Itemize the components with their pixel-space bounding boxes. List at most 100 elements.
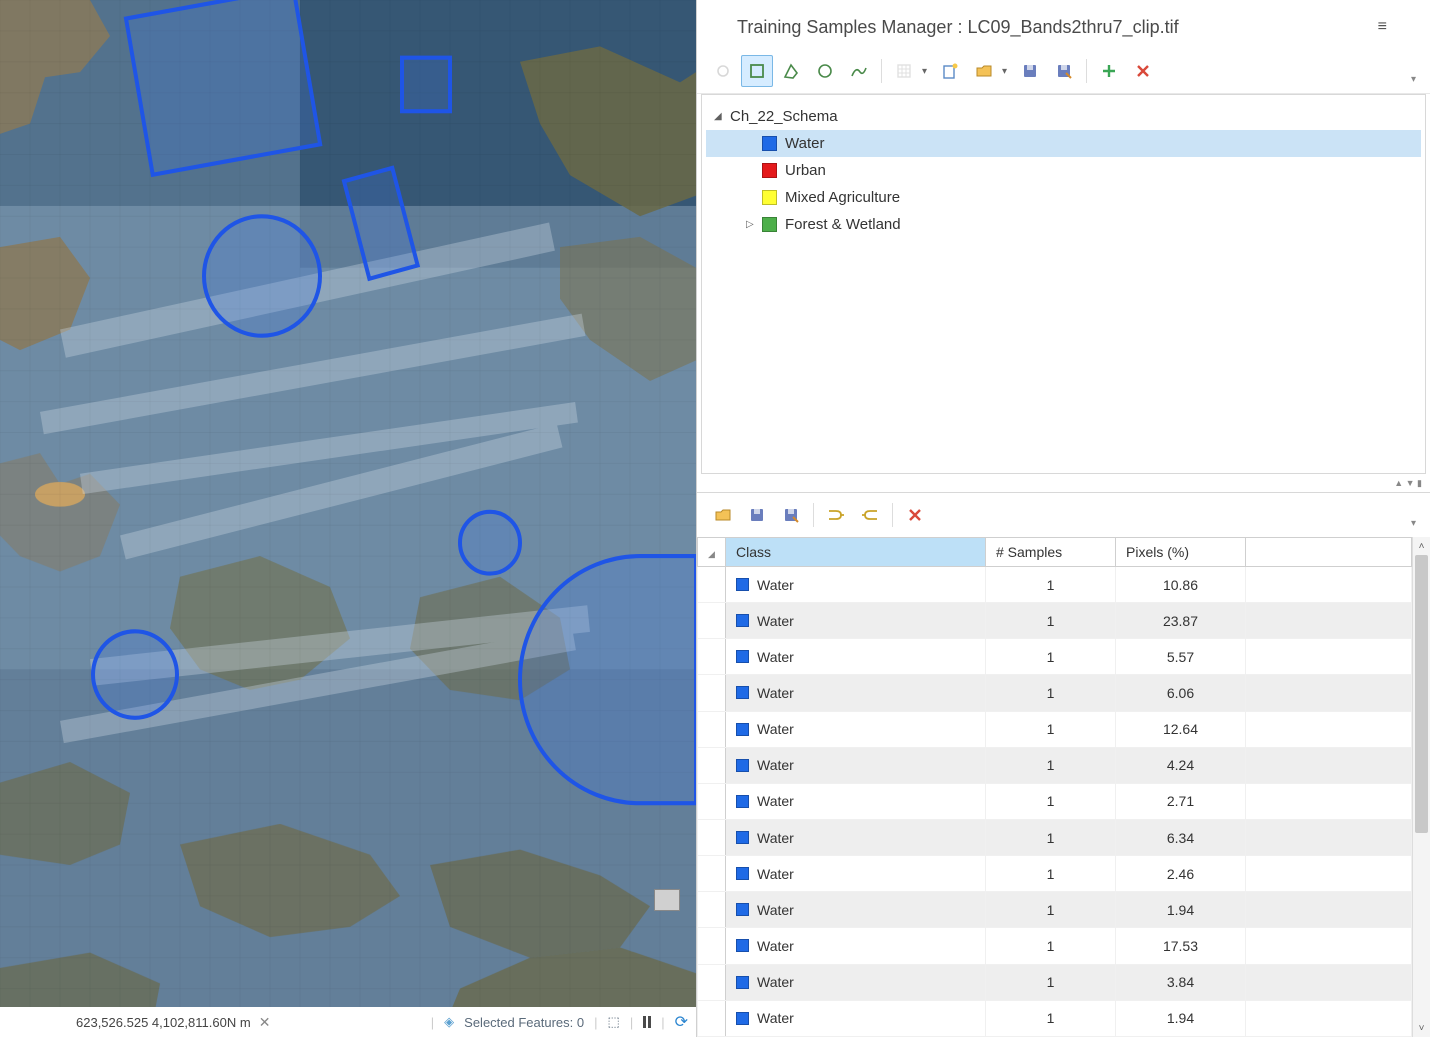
expand-caret-icon[interactable]: ▷: [746, 219, 758, 230]
rectangle-tool-button[interactable]: [741, 55, 773, 87]
table-corner[interactable]: ◢: [698, 538, 726, 567]
row-header[interactable]: [698, 603, 726, 639]
table-row[interactable]: Water15.57: [698, 639, 1412, 675]
cell-samples[interactable]: 1: [986, 928, 1116, 964]
circle-tool-button[interactable]: [809, 55, 841, 87]
cell-samples[interactable]: 1: [986, 747, 1116, 783]
cell-samples[interactable]: 1: [986, 675, 1116, 711]
cell-class[interactable]: Water: [726, 747, 986, 783]
cell-pixels[interactable]: 1.94: [1116, 892, 1246, 928]
schema-class-row[interactable]: Mixed Agriculture: [706, 184, 1421, 211]
toolbar-overflow-icon[interactable]: ▾: [1407, 516, 1420, 531]
open-samples-button[interactable]: [707, 499, 739, 531]
row-header[interactable]: [698, 711, 726, 747]
save-edits-samples-button[interactable]: [775, 499, 807, 531]
table-row[interactable]: Water112.64: [698, 711, 1412, 747]
table-row[interactable]: Water16.06: [698, 675, 1412, 711]
cell-pixels[interactable]: 10.86: [1116, 567, 1246, 603]
open-schema-button[interactable]: [968, 55, 1000, 87]
filter-icon[interactable]: ⬚: [608, 1014, 620, 1030]
dropdown-caret-icon[interactable]: ▾: [1002, 66, 1012, 77]
cell-pixels[interactable]: 23.87: [1116, 603, 1246, 639]
refresh-icon[interactable]: ⟳: [675, 1012, 688, 1032]
cell-pixels[interactable]: 17.53: [1116, 928, 1246, 964]
cell-class[interactable]: Water: [726, 783, 986, 819]
coord-close-icon[interactable]: ✕: [259, 1014, 271, 1031]
schema-wizard-button[interactable]: [934, 55, 966, 87]
cell-class[interactable]: Water: [726, 711, 986, 747]
merge-samples-button[interactable]: [820, 499, 852, 531]
schema-tree[interactable]: ◢ Ch_22_Schema WaterUrbanMixed Agricultu…: [701, 94, 1426, 474]
column-header-pixels[interactable]: Pixels (%): [1116, 538, 1246, 567]
cell-pixels[interactable]: 6.06: [1116, 675, 1246, 711]
table-row[interactable]: Water11.94: [698, 892, 1412, 928]
row-header[interactable]: [698, 567, 726, 603]
row-header[interactable]: [698, 639, 726, 675]
cell-pixels[interactable]: 6.34: [1116, 819, 1246, 855]
row-header[interactable]: [698, 783, 726, 819]
schema-class-row[interactable]: Urban: [706, 157, 1421, 184]
map-view[interactable]: 623,526.525 4,102,811.60N m ✕ | ◈ Select…: [0, 0, 696, 1037]
satellite-map[interactable]: [0, 0, 696, 1037]
cell-pixels[interactable]: 3.84: [1116, 964, 1246, 1000]
cell-samples[interactable]: 1: [986, 711, 1116, 747]
split-samples-button[interactable]: [854, 499, 886, 531]
dropdown-caret-icon[interactable]: ▾: [922, 66, 932, 77]
schema-class-row[interactable]: ▷Forest & Wetland: [706, 211, 1421, 238]
row-header[interactable]: [698, 928, 726, 964]
scroll-up-icon[interactable]: ˄: [1413, 537, 1430, 555]
table-row[interactable]: Water14.24: [698, 747, 1412, 783]
table-row[interactable]: Water11.94: [698, 1000, 1412, 1036]
row-header[interactable]: [698, 675, 726, 711]
cell-samples[interactable]: 1: [986, 856, 1116, 892]
cell-samples[interactable]: 1: [986, 567, 1116, 603]
table-row[interactable]: Water12.46: [698, 856, 1412, 892]
cell-pixels[interactable]: 1.94: [1116, 1000, 1246, 1036]
row-header[interactable]: [698, 856, 726, 892]
cell-class[interactable]: Water: [726, 603, 986, 639]
row-header[interactable]: [698, 1000, 726, 1036]
scroll-thumb[interactable]: [1415, 555, 1428, 833]
cell-samples[interactable]: 1: [986, 783, 1116, 819]
freehand-tool-button[interactable]: [843, 55, 875, 87]
cell-samples[interactable]: 1: [986, 964, 1116, 1000]
cell-class[interactable]: Water: [726, 675, 986, 711]
cell-pixels[interactable]: 2.71: [1116, 783, 1246, 819]
table-row[interactable]: Water123.87: [698, 603, 1412, 639]
table-row[interactable]: Water13.84: [698, 964, 1412, 1000]
cell-class[interactable]: Water: [726, 928, 986, 964]
remove-class-button[interactable]: [1127, 55, 1159, 87]
scroll-track[interactable]: [1413, 555, 1430, 1019]
add-class-button[interactable]: [1093, 55, 1125, 87]
table-row[interactable]: Water12.71: [698, 783, 1412, 819]
table-scrollbar[interactable]: ˄ ˅: [1412, 537, 1430, 1037]
row-header[interactable]: [698, 892, 726, 928]
cell-class[interactable]: Water: [726, 856, 986, 892]
column-header-class[interactable]: Class: [726, 538, 986, 567]
cell-class[interactable]: Water: [726, 964, 986, 1000]
cell-samples[interactable]: 1: [986, 603, 1116, 639]
schema-class-row[interactable]: Water: [706, 130, 1421, 157]
polygon-tool-button[interactable]: [775, 55, 807, 87]
cell-samples[interactable]: 1: [986, 1000, 1116, 1036]
cell-pixels[interactable]: 2.46: [1116, 856, 1246, 892]
cell-class[interactable]: Water: [726, 639, 986, 675]
schema-root-row[interactable]: ◢ Ch_22_Schema: [706, 103, 1421, 130]
cell-class[interactable]: Water: [726, 892, 986, 928]
cell-pixels[interactable]: 12.64: [1116, 711, 1246, 747]
row-header[interactable]: [698, 747, 726, 783]
table-row[interactable]: Water16.34: [698, 819, 1412, 855]
cell-samples[interactable]: 1: [986, 819, 1116, 855]
cell-class[interactable]: Water: [726, 819, 986, 855]
row-header[interactable]: [698, 819, 726, 855]
column-header-samples[interactable]: # Samples: [986, 538, 1116, 567]
cell-samples[interactable]: 1: [986, 639, 1116, 675]
table-row[interactable]: Water110.86: [698, 567, 1412, 603]
delete-sample-button[interactable]: [899, 499, 931, 531]
segment-tool-button[interactable]: [888, 55, 920, 87]
dock-options-icon[interactable]: ≡: [1375, 15, 1390, 39]
scroll-down-icon[interactable]: ˅: [1413, 1019, 1430, 1037]
table-row[interactable]: Water117.53: [698, 928, 1412, 964]
toolbar-overflow-icon[interactable]: ▾: [1407, 72, 1420, 87]
cell-pixels[interactable]: 5.57: [1116, 639, 1246, 675]
